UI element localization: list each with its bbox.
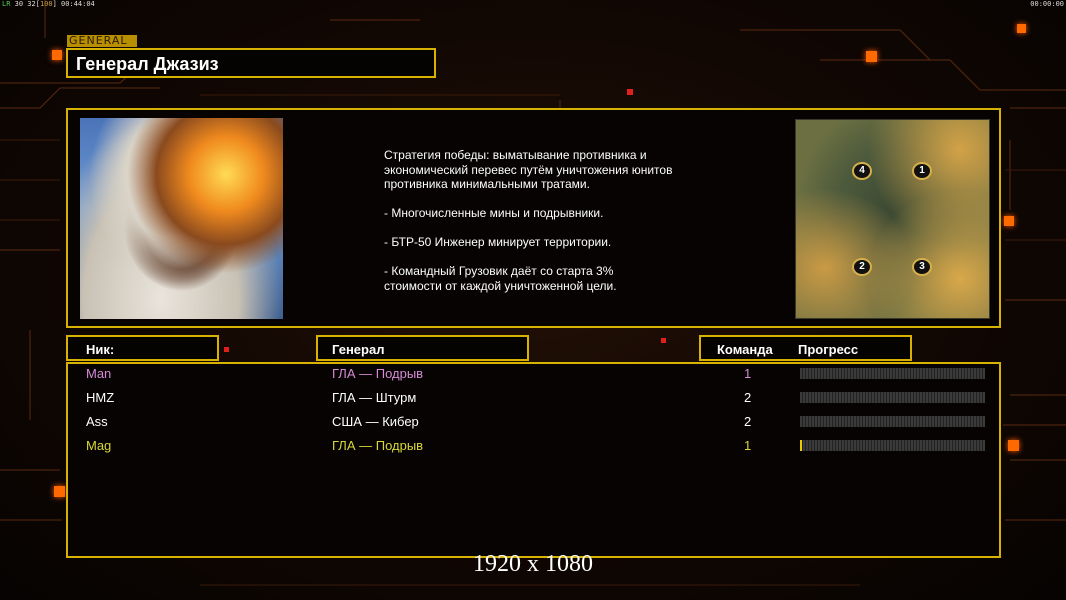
hud-bracket-value: 100 — [39, 0, 53, 8]
player-progress-bar — [800, 392, 985, 403]
nick-header-frame: Ник: — [66, 335, 219, 361]
hud-top-right-clock: 00:00:00 — [1030, 0, 1064, 8]
progress-header: Прогресс — [798, 342, 859, 357]
player-progress-bar — [800, 368, 985, 379]
player-general: ГЛА — Подрыв — [332, 438, 424, 453]
general-title: Генерал Джазиз — [76, 54, 219, 74]
decor-orange-square — [1017, 24, 1026, 33]
general-header: Генерал — [332, 342, 385, 357]
nick-header: Ник: — [86, 342, 115, 357]
title-frame: Генерал Джазиз — [66, 48, 436, 78]
map-start-slot[interactable]: 3 — [912, 258, 932, 276]
player-team: 1 — [744, 438, 752, 453]
decor-red-square — [224, 347, 229, 352]
decor-orange-square — [52, 50, 62, 60]
player-nick: Man — [86, 366, 112, 381]
hud-fps: 30 32 — [14, 0, 36, 8]
player-team: 2 — [744, 414, 752, 429]
hud-prefix: LR — [2, 0, 11, 8]
player-progress-bar — [800, 416, 985, 427]
player-nick: Mag — [86, 438, 112, 453]
decor-red-square — [627, 89, 633, 95]
general-portrait — [80, 118, 283, 319]
player-progress-fill — [800, 440, 802, 451]
general-tag: GENERAL — [67, 35, 137, 47]
player-general: США — Кибер — [332, 414, 419, 429]
hud-top-left: LR 30 32[100] 00:44:04 — [2, 0, 95, 8]
general-description: Стратегия победы: выматывание противника… — [384, 148, 673, 293]
player-team: 2 — [744, 390, 752, 405]
player-progress-bar — [800, 440, 985, 451]
general-header-frame: Генерал — [316, 335, 529, 361]
resolution-label: 1920 x 1080 — [473, 551, 593, 577]
map-start-slot[interactable]: 4 — [852, 162, 872, 180]
team-progress-header-frame: Команда Прогресс — [699, 335, 912, 361]
player-general: ГЛА — Штурм — [332, 390, 417, 405]
team-header: Команда — [717, 342, 773, 357]
player-team: 1 — [744, 366, 752, 381]
decor-orange-square — [1004, 216, 1014, 226]
map-preview[interactable]: 4 1 2 3 — [795, 119, 990, 319]
player-nick: HMZ — [86, 390, 115, 405]
decor-orange-square — [866, 51, 877, 62]
hud-clock: 00:44:04 — [61, 0, 95, 8]
player-general: ГЛА — Подрыв — [332, 366, 424, 381]
map-start-slot[interactable]: 1 — [912, 162, 932, 180]
decor-orange-square — [54, 486, 65, 497]
player-nick: Ass — [86, 414, 108, 429]
map-start-slot[interactable]: 2 — [852, 258, 872, 276]
decor-orange-square — [1008, 440, 1019, 451]
decor-red-square — [661, 338, 666, 343]
